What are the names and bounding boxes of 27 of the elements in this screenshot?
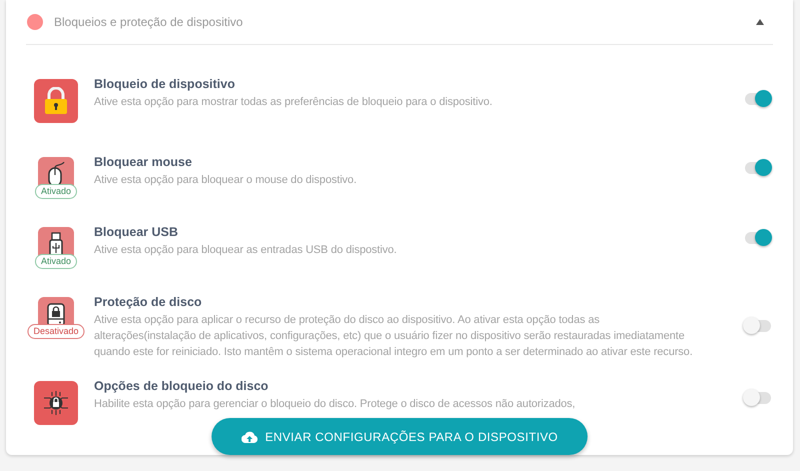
status-badge: Desativado xyxy=(27,324,85,339)
option-title: Bloqueio de dispositivo xyxy=(94,77,236,91)
circuit-lock-icon xyxy=(42,390,70,416)
option-title: Opções de bloqueio do disco xyxy=(94,379,270,393)
padlock-icon xyxy=(44,87,68,115)
option-description: Ative esta opção para aplicar o recurso de proteção do disco ao dispositivo. Ao ativar esta opção todas as alterações(instalação de aplicativos, configurações, etc) que o usuário fizer no dispositivo serão restauradas imediatamente quando este for reiniciado. Isto mantêm o sistema operacional integro em um ponto a ser determinado ao ativar este recurso. xyxy=(94,313,694,360)
option-title: Bloquear USB xyxy=(94,225,180,239)
option-description: Ative esta opção para bloquear as entradas USB do dispostivo. xyxy=(94,243,398,258)
status-badge: Ativado xyxy=(34,254,78,269)
option-description: Ative esta opção para mostrar todas as preferências de bloqueio para o dispositivo. xyxy=(94,95,494,110)
panel-title: Bloqueios e proteção de dispositivo xyxy=(54,15,244,29)
toggle-switch[interactable] xyxy=(743,229,773,247)
toggle-switch[interactable] xyxy=(743,90,773,108)
toggle-switch[interactable] xyxy=(743,317,773,335)
option-title: Proteção de disco xyxy=(94,295,203,309)
status-dot-icon xyxy=(27,14,43,30)
panel-header[interactable]: Bloqueios e proteção de dispositivo xyxy=(26,0,773,45)
hard-drive-lock-icon xyxy=(46,303,66,327)
toggle-switch[interactable] xyxy=(743,389,773,407)
collapse-caret-icon[interactable] xyxy=(756,19,764,25)
cloud-upload-icon xyxy=(241,430,258,442)
send-settings-button[interactable]: ENVIAR CONFIGURAÇÕES PARA O DISPOSITIVO xyxy=(211,418,588,455)
status-badge: Ativado xyxy=(34,184,78,199)
toggle-switch[interactable] xyxy=(743,159,773,177)
option-title: Bloquear mouse xyxy=(94,155,193,169)
option-description: Habilite esta opção para gerenciar o bloqueio do disco. Protege o disco de acessos não autorizados, xyxy=(94,397,576,412)
option-description: Ative esta opção para bloquear o mouse do dispostivo. xyxy=(94,173,358,188)
